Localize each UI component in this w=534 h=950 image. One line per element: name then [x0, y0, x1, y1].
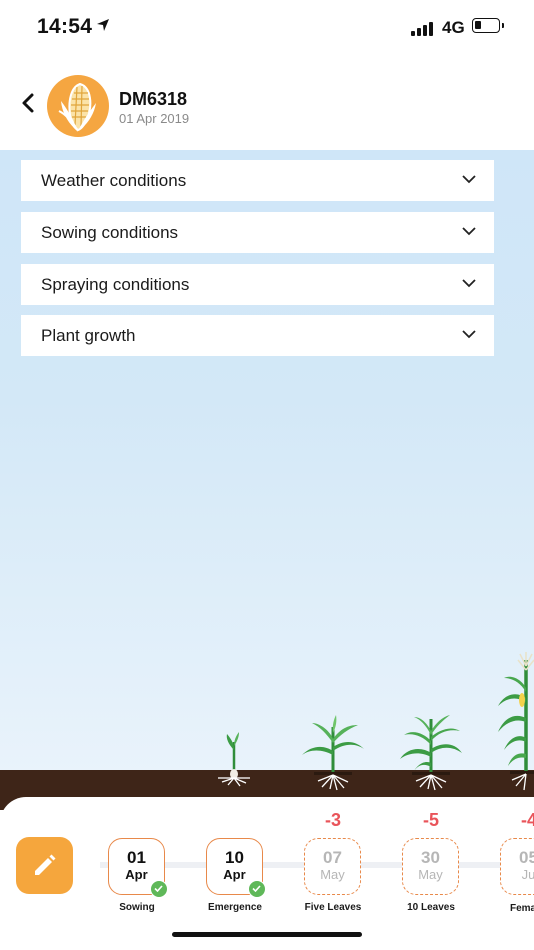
chevron-down-icon [462, 330, 476, 339]
stage-ten-leaves[interactable]: 30 May [402, 838, 459, 895]
stage-label: Emergence [208, 902, 262, 913]
network-type: 4G [442, 18, 465, 37]
stage-sowing[interactable]: 01 Apr [108, 838, 168, 898]
location-arrow-icon [97, 19, 109, 31]
corn-avatar [47, 75, 109, 137]
section-plant-growth[interactable]: Plant growth [21, 315, 494, 356]
stage-day: 30 [421, 848, 440, 867]
back-arrow-icon[interactable] [18, 92, 40, 114]
status-time: 14:54 [37, 15, 93, 38]
stage-month: May [320, 867, 345, 882]
battery-level [475, 21, 481, 29]
stage-day: 10 [225, 848, 244, 867]
stage-delta: -5 [422, 810, 439, 830]
chevron-down-icon [462, 227, 476, 236]
edit-button[interactable] [16, 837, 73, 894]
section-label: Sowing conditions [41, 223, 179, 242]
stage-label: Fema bloom [510, 903, 534, 914]
section-label: Spraying conditions [41, 275, 190, 294]
section-sowing-conditions[interactable]: Sowing conditions [21, 212, 494, 253]
page-header: DM6318 01 Apr 2019 [0, 56, 534, 150]
check-icon [150, 880, 168, 898]
status-bar: 14:54 4G [0, 0, 534, 56]
section-label: Plant growth [41, 326, 136, 345]
ten-leaves-plant-icon [400, 715, 462, 791]
home-indicator[interactable] [172, 932, 362, 937]
stage-clip: -4 05 Ju Fema bloom [490, 800, 534, 940]
stage-label: Sowing [119, 902, 155, 913]
page-title: DM6318 [119, 89, 188, 109]
chevron-down-icon [462, 175, 476, 184]
seedling-plant-icon [218, 732, 250, 787]
section-spraying-conditions[interactable]: Spraying conditions [21, 264, 494, 305]
pencil-icon [35, 854, 56, 875]
stage-five-leaves[interactable]: 07 May [304, 838, 361, 895]
stage-delta: -4 [520, 810, 534, 830]
signal-icon [411, 20, 437, 36]
corn-icon [58, 82, 96, 132]
section-weather-conditions[interactable]: Weather conditions [21, 160, 494, 201]
stage-delta: -3 [324, 810, 341, 830]
page-date: 01 Apr 2019 [119, 111, 190, 126]
section-label: Weather conditions [41, 171, 187, 190]
check-icon [248, 880, 266, 898]
chevron-down-icon [462, 279, 476, 288]
stage-emergence[interactable]: 10 Apr [206, 838, 266, 898]
stage-month: May [418, 867, 443, 882]
stage-label: 10 Leaves [407, 902, 455, 913]
five-leaves-plant-icon [302, 715, 364, 791]
stage-month: Ju [521, 867, 534, 882]
stage-female-bloom[interactable]: 05 Ju [500, 838, 534, 895]
flowering-plant-icon [498, 652, 534, 791]
stage-day: 01 [127, 848, 146, 867]
battery-icon [472, 18, 504, 33]
stage-label: Five Leaves [304, 902, 362, 913]
stage-day: 05 [519, 848, 534, 867]
stage-day: 07 [323, 848, 342, 867]
